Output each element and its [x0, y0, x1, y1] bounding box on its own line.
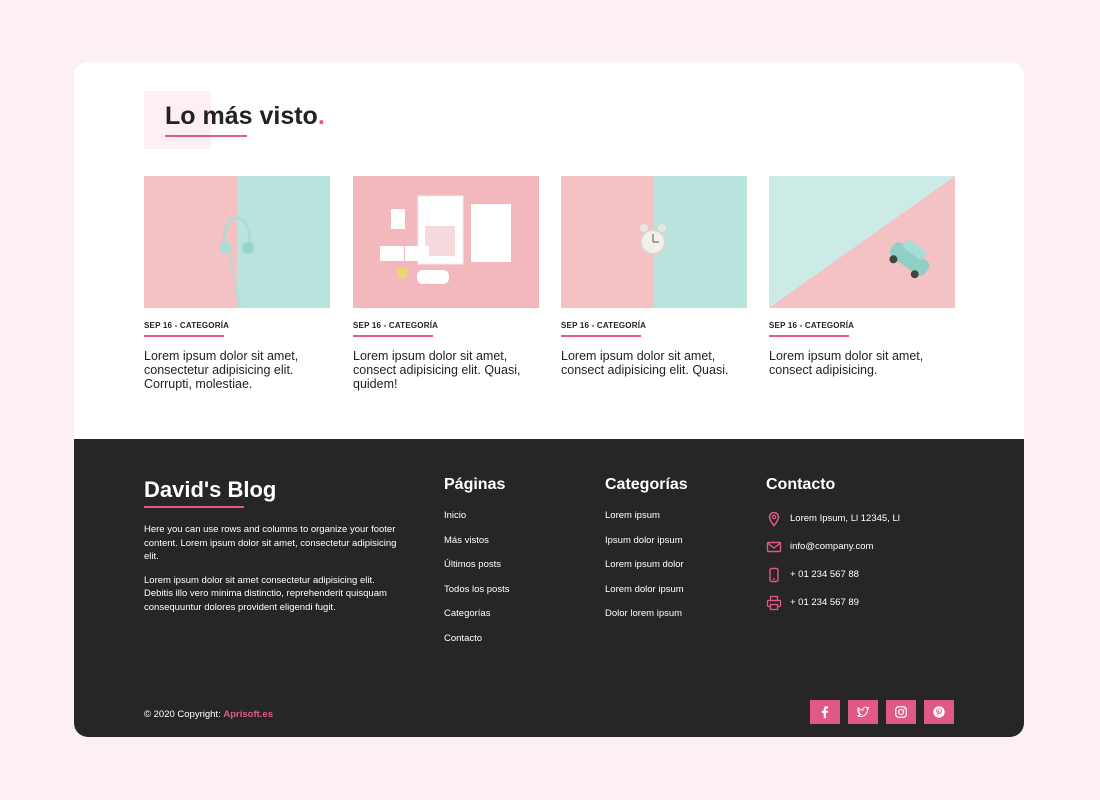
title-underline — [165, 135, 247, 137]
twitter-button[interactable] — [848, 700, 878, 724]
copyright: © 2020 Copyright: Aprisoft.es — [144, 709, 273, 720]
contact-heading: Contacto — [766, 476, 836, 493]
category-link[interactable]: Lorem ipsum — [605, 510, 688, 522]
instagram-button[interactable] — [886, 700, 916, 724]
about-paragraph: Here you can use rows and columns to org… — [144, 524, 397, 562]
footer-brand[interactable]: David's Blog — [144, 477, 276, 503]
post-thumbnail-alarm-clock[interactable] — [561, 176, 747, 308]
copyright-text: © 2020 Copyright: — [144, 709, 221, 720]
envelope-icon — [766, 541, 782, 552]
meta-underline — [561, 335, 641, 337]
pinterest-button[interactable] — [924, 700, 954, 724]
footer-categories-column: Categorías Lorem ipsum Ipsum dolor ipsum… — [605, 476, 688, 633]
social-links — [810, 700, 954, 724]
post-meta: SEP 16 - CATEGORÍA — [144, 321, 230, 330]
post-meta: SEP 16 - CATEGORÍA — [769, 321, 855, 330]
footer-link-inicio[interactable]: Inicio — [444, 510, 509, 522]
copyright-link[interactable]: Aprisoft.es — [223, 709, 273, 720]
contact-fax: + 01 234 567 89 — [766, 594, 900, 611]
post-card[interactable]: SEP 16 - CATEGORÍA Lorem ipsum dolor sit… — [561, 176, 747, 377]
content-card: Lo más visto. SEP 16 - CATEGORÍA Lorem i… — [74, 62, 1024, 737]
contact-email[interactable]: info@company.com — [766, 538, 900, 555]
footer-link-categorias[interactable]: Categorías — [444, 608, 509, 620]
footer-contact-column: Contacto Lorem Ipsum, Ll 12345, Ll info@… — [766, 476, 900, 622]
footer-link-todos-posts[interactable]: Todos los posts — [444, 584, 509, 596]
footer-link-mas-vistos[interactable]: Más vistos — [444, 535, 509, 547]
footer-about: Here you can use rows and columns to org… — [144, 523, 399, 624]
category-link[interactable]: Lorem dolor ipsum — [605, 584, 688, 596]
categories-heading: Categorías — [605, 476, 688, 493]
category-link[interactable]: Ipsum dolor ipsum — [605, 535, 688, 547]
twitter-icon — [857, 706, 870, 718]
contact-email-text[interactable]: info@company.com — [790, 541, 873, 552]
location-pin-icon — [768, 511, 780, 527]
meta-underline — [353, 335, 433, 337]
pinterest-icon — [933, 706, 945, 718]
instagram-icon — [895, 706, 907, 718]
most-viewed-section: Lo más visto. SEP 16 - CATEGORÍA Lorem i… — [74, 62, 1024, 439]
contact-phone-text[interactable]: + 01 234 567 88 — [790, 569, 859, 580]
footer-link-contacto[interactable]: Contacto — [444, 633, 509, 645]
section-title: Lo más visto. — [165, 102, 325, 130]
printer-icon — [766, 595, 782, 610]
post-meta: SEP 16 - CATEGORÍA — [353, 321, 439, 330]
footer: David's Blog Here you can use rows and c… — [74, 439, 1024, 737]
facebook-button[interactable] — [810, 700, 840, 724]
post-thumbnail-headphones[interactable] — [144, 176, 330, 308]
post-card[interactable]: SEP 16 - CATEGORÍA Lorem ipsum dolor sit… — [769, 176, 955, 377]
post-thumbnail-stationery[interactable] — [353, 176, 539, 308]
post-meta: SEP 16 - CATEGORÍA — [561, 321, 647, 330]
footer-link-ultimos-posts[interactable]: Últimos posts — [444, 559, 509, 571]
post-card[interactable]: SEP 16 - CATEGORÍA Lorem ipsum dolor sit… — [144, 176, 330, 391]
post-excerpt[interactable]: Lorem ipsum dolor sit amet, consect adip… — [353, 349, 539, 391]
contact-address: Lorem Ipsum, Ll 12345, Ll — [766, 510, 900, 527]
post-excerpt[interactable]: Lorem ipsum dolor sit amet, consectetur … — [144, 349, 330, 391]
phone-icon — [769, 567, 779, 582]
category-link[interactable]: Lorem ipsum dolor — [605, 559, 688, 571]
post-card[interactable]: SEP 16 - CATEGORÍA Lorem ipsum dolor sit… — [353, 176, 539, 391]
post-thumbnail-toy-car[interactable] — [769, 176, 955, 308]
contact-phone[interactable]: + 01 234 567 88 — [766, 566, 900, 583]
contact-address-text: Lorem Ipsum, Ll 12345, Ll — [790, 513, 900, 524]
meta-underline — [144, 335, 224, 337]
facebook-icon — [821, 706, 829, 719]
category-link[interactable]: Dolor lorem ipsum — [605, 608, 688, 620]
footer-pages-column: Páginas Inicio Más vistos Últimos posts … — [444, 476, 509, 657]
about-paragraph: Lorem ipsum dolor sit amet consectetur a… — [144, 574, 387, 613]
meta-underline — [769, 335, 849, 337]
post-excerpt[interactable]: Lorem ipsum dolor sit amet, consect adip… — [769, 349, 955, 377]
brand-underline — [144, 506, 244, 508]
pages-heading: Páginas — [444, 476, 506, 493]
post-excerpt[interactable]: Lorem ipsum dolor sit amet, consect adip… — [561, 349, 747, 377]
contact-fax-text: + 01 234 567 89 — [790, 597, 859, 608]
